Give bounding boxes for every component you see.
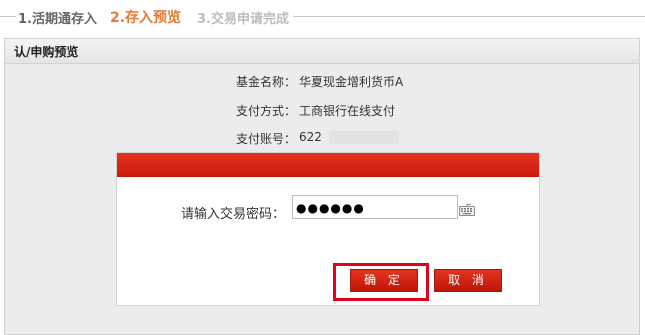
password-label: 请输入交易密码： [181, 207, 286, 222]
steps-divider-right [293, 16, 645, 17]
payment-account-label: 支付账号： [235, 132, 296, 146]
steps-divider-left [0, 16, 16, 17]
panel-header: 认/申购预览 [5, 39, 639, 64]
payment-account-row: 支付账号： 622 [5, 130, 641, 148]
password-input[interactable]: ●●●●●● [292, 195, 458, 219]
payment-method-value: 工商银行在线支付 [299, 104, 396, 118]
password-dialog: 请输入交易密码： ●●●●●● 确 定 取 消 [116, 152, 540, 306]
payment-account-value: 622 [299, 130, 322, 144]
payment-method-label: 支付方式： [235, 104, 296, 118]
fund-name-value: 华夏现金增利货币A [299, 75, 404, 89]
fund-name-label: 基金名称： [235, 75, 296, 89]
step-deposit: 1.活期通存入 [18, 12, 97, 27]
account-mask [329, 131, 399, 144]
step-preview-current: 2.存入预览 [110, 10, 182, 26]
fund-name-row: 基金名称： 华夏现金增利货币A [5, 73, 641, 91]
payment-method-row: 支付方式： 工商银行在线支付 [5, 102, 641, 120]
progress-steps: 1.活期通存入 2.存入预览 3.交易申请完成 [0, 0, 645, 32]
step-complete: 3.交易申请完成 [197, 12, 289, 27]
panel-title: 认/申购预览 [14, 45, 79, 59]
dialog-titlebar [117, 153, 539, 177]
confirm-button[interactable]: 确 定 [350, 269, 418, 292]
keyboard-icon[interactable] [459, 203, 475, 217]
cancel-button[interactable]: 取 消 [434, 269, 502, 292]
